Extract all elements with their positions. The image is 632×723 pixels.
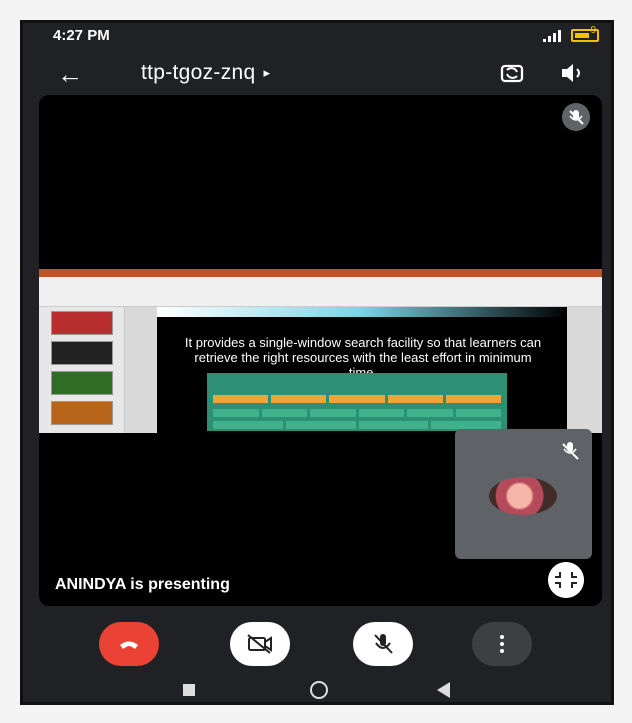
- website-row: [213, 409, 501, 417]
- camera-toggle-button[interactable]: [230, 622, 290, 666]
- website-row: [213, 395, 502, 403]
- call-controls: [23, 618, 611, 668]
- slide-thumbnail: [51, 401, 113, 425]
- switch-camera-icon[interactable]: [497, 58, 527, 88]
- end-call-button[interactable]: [99, 622, 159, 666]
- screenshot-frame: 4:27 PM 9 ← ttp-tgoz-znq ▸ It provides a…: [0, 0, 632, 723]
- shared-screen: It provides a single-window search facil…: [39, 269, 602, 433]
- meeting-top-bar: ← ttp-tgoz-znq ▸: [23, 57, 611, 91]
- system-navigation-bar: [23, 673, 611, 702]
- participant-avatar: [489, 477, 557, 515]
- signal-strength-icon: [543, 28, 565, 42]
- back-arrow-icon[interactable]: ←: [57, 59, 83, 90]
- camera-off-icon: [247, 634, 272, 654]
- website-row: [213, 421, 501, 429]
- presenting-label: ANINDYA is presenting: [55, 576, 230, 593]
- more-options-icon: [500, 635, 504, 653]
- microphone-toggle-button[interactable]: [353, 622, 413, 666]
- status-time: 4:27 PM: [53, 27, 110, 44]
- slide-header-stripe: [157, 307, 567, 317]
- status-bar: 4:27 PM 9: [23, 23, 611, 49]
- battery-level: 9: [590, 25, 596, 36]
- powerpoint-title-bar: [39, 269, 602, 277]
- minimize-icon[interactable]: [548, 562, 584, 598]
- caret-right-icon: ▸: [263, 65, 271, 81]
- slide-thumbnails: [39, 307, 125, 433]
- speaker-icon[interactable]: [559, 61, 585, 85]
- muted-microphone-icon: [562, 442, 579, 460]
- current-slide: It provides a single-window search facil…: [157, 307, 567, 433]
- slide-thumbnail: [51, 341, 113, 365]
- muted-microphone-icon: [562, 103, 590, 131]
- more-options-button[interactable]: [472, 622, 532, 666]
- status-icons: 9: [543, 25, 599, 42]
- slide-thumbnail: [51, 371, 113, 395]
- end-call-icon: [120, 641, 138, 649]
- powerpoint-ribbon: [39, 277, 602, 307]
- slide-thumbnail: [51, 311, 113, 335]
- self-video-tile[interactable]: [455, 429, 592, 559]
- recents-icon[interactable]: [183, 684, 195, 696]
- meeting-code-button[interactable]: ttp-tgoz-znq ▸: [141, 61, 270, 85]
- system-back-icon[interactable]: [437, 682, 450, 698]
- presentation-stage: It provides a single-window search facil…: [39, 95, 602, 606]
- phone-screen: 4:27 PM 9 ← ttp-tgoz-znq ▸ It provides a…: [20, 20, 614, 705]
- home-icon[interactable]: [310, 681, 328, 699]
- microphone-off-icon: [374, 634, 393, 654]
- meeting-code: ttp-tgoz-znq: [141, 61, 256, 84]
- slide-website-screenshot: [207, 373, 507, 431]
